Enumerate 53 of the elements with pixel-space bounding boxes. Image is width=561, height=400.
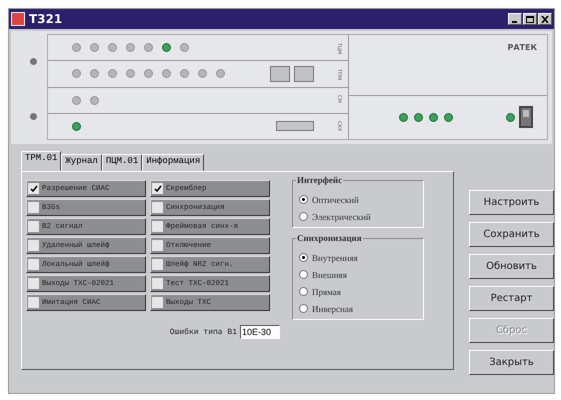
checkbox[interactable] — [28, 297, 39, 308]
screw-icon — [30, 58, 36, 65]
radio-option[interactable]: Инверсная — [299, 302, 417, 315]
checkbox[interactable] — [152, 183, 163, 194]
checkbox[interactable] — [152, 297, 163, 308]
checkbox[interactable] — [28, 240, 39, 251]
maximize-icon — [526, 16, 534, 22]
radio-button[interactable] — [299, 195, 308, 204]
radio-button[interactable] — [299, 270, 308, 279]
input-field[interactable]: 10E-30 — [240, 325, 280, 339]
group-title: Синхронизация — [296, 233, 363, 243]
checkbox[interactable] — [152, 221, 163, 232]
group-title: Интерфейс — [296, 175, 344, 185]
close-icon — [541, 16, 549, 22]
checkbox[interactable] — [28, 202, 39, 213]
radio-option[interactable]: Внешняя — [299, 268, 417, 281]
action-button[interactable]: Рестарт — [469, 286, 554, 311]
radio-button[interactable] — [299, 304, 308, 313]
close-button[interactable] — [538, 13, 552, 25]
checkbox[interactable] — [152, 202, 163, 213]
window-title: T321 — [29, 12, 62, 26]
checkbox[interactable] — [152, 278, 163, 289]
checkbox[interactable] — [28, 278, 39, 289]
radio-button[interactable] — [299, 253, 308, 262]
tab[interactable]: ПЦМ.01 — [102, 154, 142, 171]
radio-button[interactable] — [299, 212, 308, 221]
tab[interactable]: ТРМ.01 — [21, 151, 62, 171]
checkbox[interactable] — [28, 259, 39, 270]
checkbox[interactable] — [28, 183, 39, 194]
checkbox[interactable] — [152, 259, 163, 270]
maximize-button[interactable] — [523, 13, 537, 25]
action-button[interactable]: Обновить — [469, 254, 554, 279]
tab[interactable]: Журнал — [61, 154, 102, 171]
radio-option[interactable]: Электрический — [299, 210, 417, 223]
action-button[interactable]: Сохранить — [469, 222, 554, 247]
brand-logo: РАТЕК — [507, 43, 537, 54]
port-icon — [270, 66, 290, 82]
connector-icon — [276, 121, 314, 132]
checkbox[interactable] — [28, 221, 39, 232]
radio-option[interactable]: Оптический — [299, 193, 417, 206]
radio-option[interactable]: Внутренняя — [299, 251, 417, 264]
power-switch[interactable] — [519, 106, 533, 128]
app-icon — [11, 12, 25, 26]
action-button[interactable]: Настроить — [469, 190, 554, 215]
action-button[interactable]: Закрыть — [469, 350, 554, 375]
radio-option[interactable]: Прямая — [299, 285, 417, 298]
minimize-button[interactable] — [508, 13, 522, 25]
screw-icon — [30, 113, 36, 120]
port-icon — [294, 66, 314, 82]
field-label: Ошибки типа B1 — [170, 328, 237, 336]
radio-button[interactable] — [299, 287, 308, 296]
checkbox[interactable] — [152, 240, 163, 251]
tab[interactable]: Информация — [142, 154, 204, 171]
